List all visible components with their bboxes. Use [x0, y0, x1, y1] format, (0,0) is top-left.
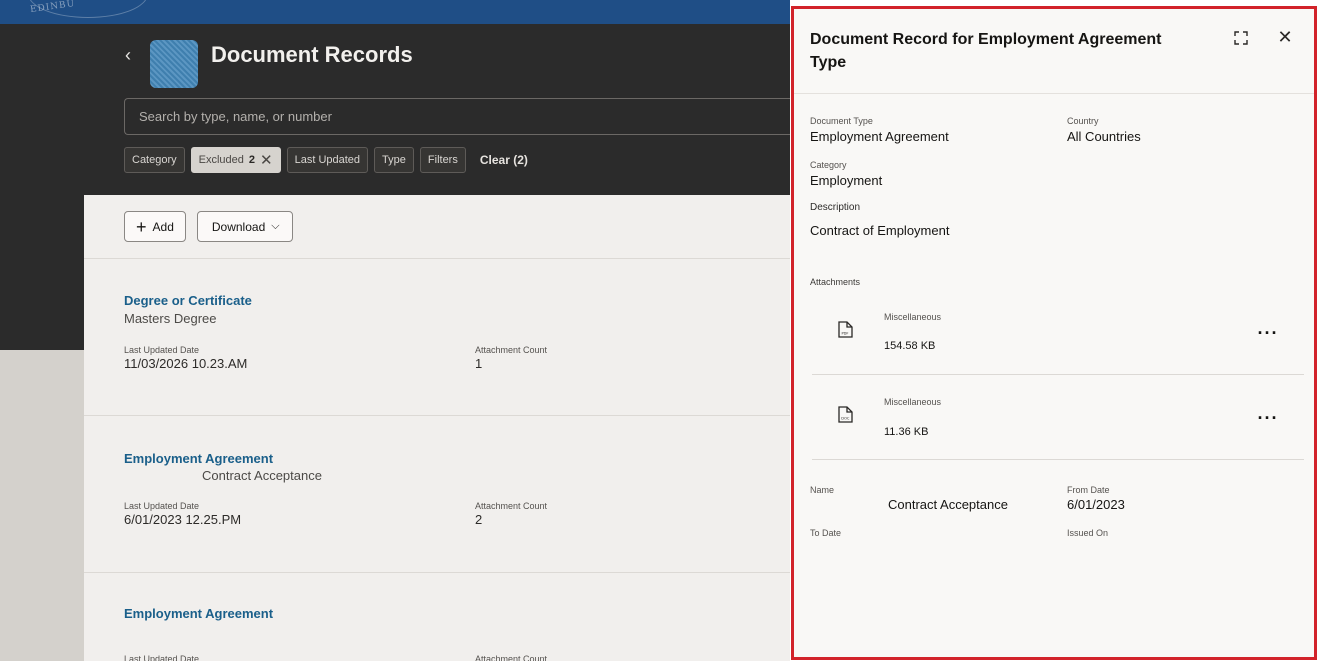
attachment-divider — [812, 459, 1304, 460]
more-actions-icon[interactable]: ··· — [1257, 409, 1279, 428]
attachment-size: 154.58 KB — [884, 340, 936, 352]
panel-title: Document Record for Employment Agreement… — [810, 31, 1162, 71]
attachment-count-value: 1 — [475, 356, 483, 371]
to-date-label: To Date — [810, 528, 842, 538]
from-date-label: From Date — [1067, 485, 1110, 495]
clear-filters-link[interactable]: Clear (2) — [472, 153, 536, 167]
back-button[interactable]: ‹ — [118, 42, 138, 68]
filter-chip-category[interactable]: Category — [124, 147, 185, 173]
page-thumbnail — [150, 40, 198, 88]
record-subtitle: Masters Degree — [124, 311, 217, 326]
description-label: Description — [810, 202, 861, 213]
document-type-value: Employment Agreement — [810, 129, 949, 144]
search-input[interactable] — [124, 98, 790, 135]
row-divider — [84, 572, 790, 573]
university-banner: EDINBU — [0, 0, 790, 24]
last-updated-date-label: Last Updated Date — [124, 501, 200, 511]
pdf-badge-text: PDF — [842, 332, 849, 336]
attachments-heading: Attachments — [810, 277, 861, 287]
attachment-type: Miscellaneous — [884, 312, 942, 322]
record-title-link[interactable]: Employment Agreement — [124, 606, 273, 621]
country-value: All Countries — [1067, 129, 1141, 144]
filter-chip-type[interactable]: Type — [374, 147, 414, 173]
issued-on-label: Issued On — [1067, 528, 1109, 538]
category-label: Category — [810, 160, 847, 170]
row-divider — [84, 415, 790, 416]
add-button[interactable]: + Add — [124, 211, 186, 242]
filter-chip-excluded-count: 2 — [248, 154, 256, 166]
records-content: + Add Download ⌵ Degree or Certificate M… — [84, 195, 790, 661]
chevron-down-icon: ⌵ — [271, 220, 280, 232]
attachment-count-label: Attachment Count — [475, 501, 548, 511]
filter-chip-excluded-label: Excluded — [198, 154, 244, 166]
category-value: Employment — [810, 173, 883, 188]
last-updated-date-label: Last Updated Date — [124, 345, 200, 355]
record-title-link[interactable]: Employment Agreement — [124, 451, 273, 466]
document-record-panel: Document Record for Employment Agreement… — [791, 6, 1317, 660]
more-actions-icon[interactable]: ··· — [1257, 324, 1279, 343]
doc-file-icon: DOC — [838, 406, 853, 423]
download-button[interactable]: Download ⌵ — [196, 211, 293, 242]
divider — [84, 258, 790, 259]
country-label: Country — [1067, 116, 1099, 126]
description-value: Contract of Employment — [810, 223, 950, 238]
filter-chip-filters[interactable]: Filters — [419, 147, 466, 173]
attachment-divider — [812, 374, 1304, 375]
record-subtitle: Contract Acceptance — [202, 468, 322, 483]
remove-filter-icon[interactable]: ✕ — [260, 153, 273, 168]
last-updated-date-label: Last Updated Date — [124, 654, 200, 661]
filter-chip-excluded[interactable]: Excluded 2 ✕ — [190, 147, 281, 173]
plus-icon: + — [136, 216, 147, 237]
download-button-label: Download — [211, 219, 266, 234]
add-button-label: Add — [152, 219, 174, 234]
pdf-file-icon: PDF — [838, 321, 853, 338]
attachment-count-label: Attachment Count — [475, 654, 548, 661]
record-title-link[interactable]: Degree or Certificate — [124, 293, 252, 308]
last-updated-date-value: 6/01/2023 12.25.PM — [124, 512, 242, 527]
records-toolbar: + Add Download ⌵ — [124, 211, 293, 242]
from-date-value: 6/01/2023 — [1067, 497, 1125, 512]
panel-header-divider — [794, 93, 1314, 94]
expand-icon[interactable] — [1232, 29, 1250, 47]
name-value: Contract Acceptance — [888, 497, 1008, 512]
attachment-count-value: 2 — [475, 512, 483, 527]
doc-badge-text: DOC — [841, 417, 850, 421]
document-type-label: Document Type — [810, 116, 873, 126]
close-icon[interactable]: ✕ — [1276, 27, 1294, 47]
page-title: Document Records — [211, 42, 413, 67]
attachment-count-label: Attachment Count — [475, 345, 548, 355]
filter-chips: Category Excluded 2 ✕ Last Updated Type … — [124, 146, 536, 174]
name-label: Name — [810, 485, 835, 495]
attachment-size: 11.36 KB — [884, 426, 929, 438]
attachment-type: Miscellaneous — [884, 397, 942, 407]
filter-chip-last-updated[interactable]: Last Updated — [286, 147, 369, 173]
last-updated-date-value: 11/03/2026 10.23.AM — [124, 356, 248, 371]
